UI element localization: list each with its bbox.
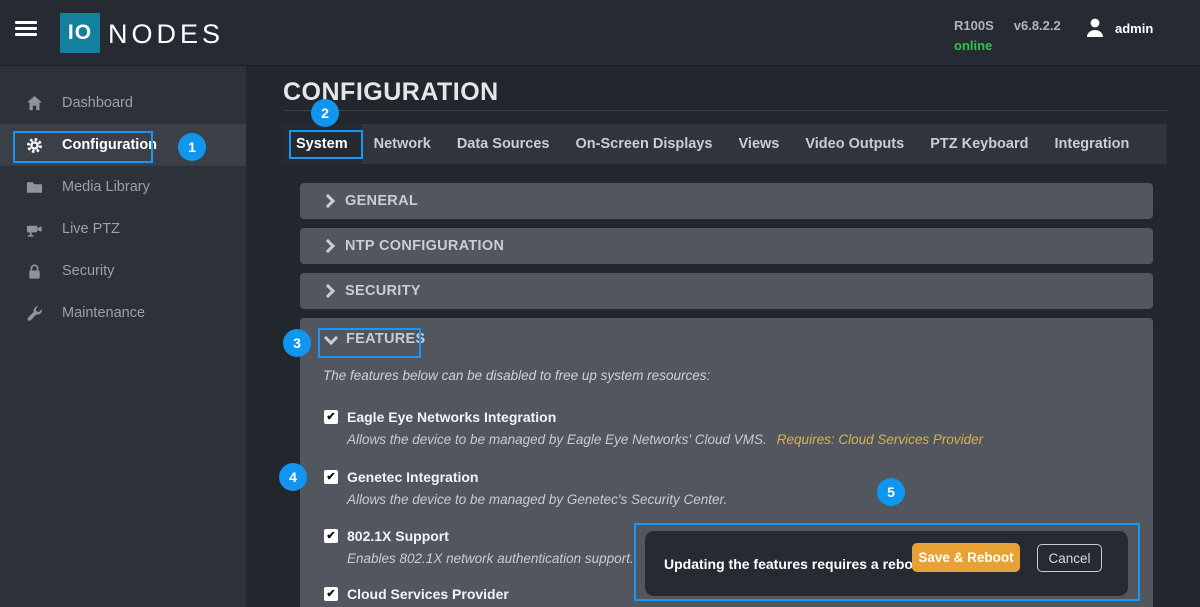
feature-requires-text: Requires: Cloud Services Provider xyxy=(777,432,983,447)
feature-checkbox[interactable]: ✔ xyxy=(324,410,338,424)
sidebar-item-label: Dashboard xyxy=(62,95,133,111)
tab-data-sources[interactable]: Data Sources xyxy=(444,124,563,164)
ptz-camera-icon xyxy=(25,220,43,238)
annotation-badge-2: 2 xyxy=(311,99,339,127)
annotation-badge-5: 5 xyxy=(877,478,905,506)
device-status: online xyxy=(954,38,1081,53)
annotation-badge-3: 3 xyxy=(283,329,311,357)
feature-eagle-eye: ✔ Eagle Eye Networks Integration Allows … xyxy=(324,409,983,447)
tab-on-screen-displays[interactable]: On-Screen Displays xyxy=(563,124,726,164)
gear-icon xyxy=(25,136,43,154)
tab-views[interactable]: Views xyxy=(726,124,793,164)
section-ntp-configuration[interactable]: NTP CONFIGURATION xyxy=(300,228,1153,264)
feature-description: Enables 802.1X network authentication su… xyxy=(347,551,634,566)
sidebar-item-security[interactable]: Security xyxy=(0,250,246,292)
tab-integration[interactable]: Integration xyxy=(1041,124,1142,164)
sidebar-item-label: Media Library xyxy=(62,179,150,195)
annotation-badge-1: 1 xyxy=(178,133,206,161)
annotation-badge-4: 4 xyxy=(279,463,307,491)
section-features[interactable]: FEATURES xyxy=(326,331,425,347)
feature-genetec: ✔ Genetec Integration Allows the device … xyxy=(324,469,727,507)
feature-checkbox[interactable]: ✔ xyxy=(324,470,338,484)
sidebar-item-configuration[interactable]: Configuration xyxy=(0,124,246,166)
reboot-message: Updating the features requires a reboot. xyxy=(664,531,930,596)
device-info: R100S v6.8.2.2 online xyxy=(954,18,1081,53)
sidebar-item-media-library[interactable]: Media Library xyxy=(0,166,246,208)
user-menu[interactable]: admin xyxy=(1086,18,1153,38)
tab-network[interactable]: Network xyxy=(361,124,444,164)
home-icon xyxy=(25,94,43,112)
feature-label: Cloud Services Provider xyxy=(347,586,509,602)
feature-8021x: ✔ 802.1X Support Enables 802.1X network … xyxy=(324,528,634,566)
sidebar-item-label: Security xyxy=(62,263,114,279)
feature-label: Eagle Eye Networks Integration xyxy=(347,409,556,425)
cancel-button[interactable]: Cancel xyxy=(1037,544,1102,572)
section-label: SECURITY xyxy=(345,283,421,299)
reboot-dialog: Updating the features requires a reboot.… xyxy=(645,531,1128,596)
feature-checkbox[interactable]: ✔ xyxy=(324,587,338,601)
top-header: IO NODES R100S v6.8.2.2 online admin xyxy=(0,0,1200,66)
wrench-icon xyxy=(25,304,43,322)
folder-icon xyxy=(25,178,43,196)
section-general[interactable]: GENERAL xyxy=(300,183,1153,219)
feature-cloud-services-provider: ✔ Cloud Services Provider xyxy=(324,586,509,601)
sidebar-item-label: Configuration xyxy=(62,137,157,153)
username: admin xyxy=(1115,21,1153,36)
feature-description: Allows the device to be managed by Genet… xyxy=(347,492,727,507)
sidebar-item-dashboard[interactable]: Dashboard xyxy=(0,82,246,124)
chevron-right-icon xyxy=(321,239,335,253)
sidebar-item-label: Live PTZ xyxy=(62,221,120,237)
save-and-reboot-button[interactable]: Save & Reboot xyxy=(912,543,1020,572)
title-divider xyxy=(283,110,1168,111)
tab-system[interactable]: System xyxy=(283,124,361,164)
firmware-version: v6.8.2.2 xyxy=(1014,18,1061,33)
features-intro-text: The features below can be disabled to fr… xyxy=(323,368,710,383)
sidebar-item-live-ptz[interactable]: Live PTZ xyxy=(0,208,246,250)
section-label: NTP CONFIGURATION xyxy=(345,238,504,254)
feature-label: 802.1X Support xyxy=(347,528,449,544)
feature-description: Allows the device to be managed by Eagle… xyxy=(347,432,983,447)
section-label: FEATURES xyxy=(346,331,425,347)
user-icon xyxy=(1086,18,1104,38)
feature-label: Genetec Integration xyxy=(347,469,478,485)
feature-description-text: Allows the device to be managed by Eagle… xyxy=(347,432,767,447)
ionodes-logo-icon: IO xyxy=(60,13,100,53)
chevron-down-icon xyxy=(324,330,338,344)
tab-video-outputs[interactable]: Video Outputs xyxy=(792,124,917,164)
chevron-right-icon xyxy=(321,194,335,208)
sidebar-item-maintenance[interactable]: Maintenance xyxy=(0,292,246,334)
lock-icon xyxy=(25,262,43,280)
ionodes-logo-text: NODES xyxy=(108,19,224,50)
feature-checkbox[interactable]: ✔ xyxy=(324,529,338,543)
configuration-tabs: System Network Data Sources On-Screen Di… xyxy=(283,124,1167,164)
sidebar-nav: Dashboard Configuration Media Library xyxy=(0,66,246,607)
tab-ptz-keyboard[interactable]: PTZ Keyboard xyxy=(917,124,1041,164)
app-window: IO NODES R100S v6.8.2.2 online admin Dash… xyxy=(0,0,1200,607)
section-label: GENERAL xyxy=(345,193,418,209)
device-model: R100S xyxy=(954,18,994,33)
sidebar-item-label: Maintenance xyxy=(62,305,145,321)
section-security[interactable]: SECURITY xyxy=(300,273,1153,309)
chevron-right-icon xyxy=(321,284,335,298)
hamburger-menu-icon[interactable] xyxy=(15,21,37,37)
